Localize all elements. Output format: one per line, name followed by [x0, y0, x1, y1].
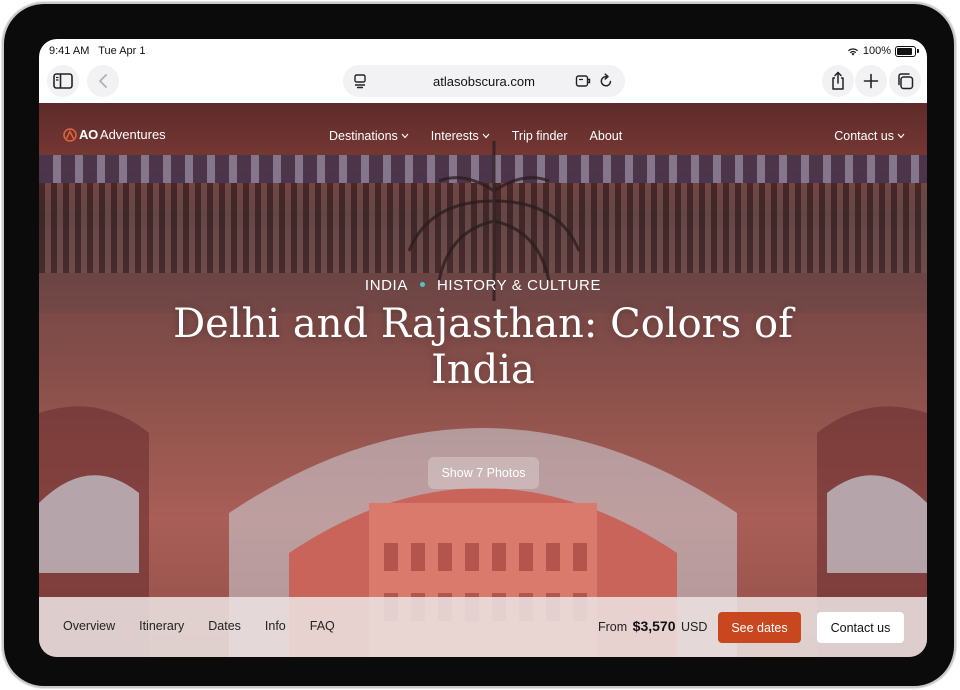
extensions-icon[interactable] — [575, 73, 591, 89]
chevron-down-icon — [482, 133, 490, 139]
tab-dates[interactable]: Dates — [208, 619, 241, 633]
share-button[interactable] — [822, 65, 854, 97]
tab-itinerary[interactable]: Itinerary — [139, 619, 184, 633]
site-nav: AO Adventures Destinations Interests Trip… — [39, 103, 927, 169]
tag-separator-dot — [419, 282, 425, 287]
tabs-icon — [898, 73, 914, 90]
trip-bottom-bar: Overview Itinerary Dates Info FAQ From $… — [39, 597, 927, 657]
plus-icon — [863, 73, 879, 89]
price-amount: $3,570 — [632, 618, 676, 634]
logo-text: Adventures — [99, 127, 166, 142]
chevron-down-icon — [897, 133, 905, 139]
nav-trip-finder[interactable]: Trip finder — [512, 129, 568, 143]
address-bar[interactable]: atlasobscura.com — [343, 65, 625, 97]
logo-icon — [63, 127, 77, 142]
logo-mark: AO — [79, 127, 98, 142]
section-tabs: Overview Itinerary Dates Info FAQ — [63, 619, 359, 633]
tab-faq[interactable]: FAQ — [310, 619, 335, 633]
screen: 9:41 AM Tue Apr 1 100% atlasobscura.com … — [39, 39, 927, 657]
status-date: Tue Apr 1 — [98, 45, 146, 57]
contact-us-button[interactable]: Contact us — [817, 612, 904, 643]
chevron-down-icon — [401, 133, 409, 139]
nav-interests[interactable]: Interests — [431, 129, 490, 143]
nav-destinations[interactable]: Destinations — [329, 129, 409, 143]
battery-icon — [895, 45, 916, 57]
price-label: From $3,570 USD — [598, 618, 707, 634]
sidebar-button[interactable] — [47, 65, 79, 97]
tabs-button[interactable] — [889, 65, 921, 97]
nav-about[interactable]: About — [590, 129, 623, 143]
tag-category[interactable]: HISTORY & CULTURE — [437, 277, 601, 294]
nav-contact-us[interactable]: Contact us — [834, 129, 905, 143]
battery-percent: 100% — [862, 45, 891, 57]
tab-overview[interactable]: Overview — [63, 619, 115, 633]
see-dates-button[interactable]: See dates — [718, 612, 801, 643]
show-photos-button[interactable]: Show 7 Photos — [428, 457, 539, 489]
main-menu: Destinations Interests Trip finder About — [329, 129, 644, 143]
hero-tags: INDIA HISTORY & CULTURE — [39, 277, 927, 294]
hero-section: AO Adventures Destinations Interests Trip… — [39, 103, 927, 657]
browser-toolbar: atlasobscura.com — [39, 61, 927, 103]
site-logo[interactable]: AO Adventures — [63, 127, 166, 142]
tab-info[interactable]: Info — [265, 619, 286, 633]
ipad-frame: 9:41 AM Tue Apr 1 100% atlasobscura.com … — [4, 4, 954, 686]
share-icon — [832, 71, 844, 90]
page-title: Delhi and Rajasthan: Colors of India — [173, 301, 793, 393]
back-button[interactable] — [87, 65, 119, 97]
reload-icon[interactable] — [599, 73, 613, 89]
price-prefix: From — [598, 620, 628, 634]
back-icon — [99, 74, 107, 88]
price-currency: USD — [680, 620, 708, 634]
sidebar-icon — [53, 73, 73, 89]
new-tab-button[interactable] — [855, 65, 887, 97]
status-bar: 9:41 AM Tue Apr 1 100% — [39, 39, 927, 61]
wifi-icon — [847, 47, 858, 55]
tag-country[interactable]: INDIA — [365, 277, 408, 294]
status-time: 9:41 AM — [49, 45, 90, 57]
